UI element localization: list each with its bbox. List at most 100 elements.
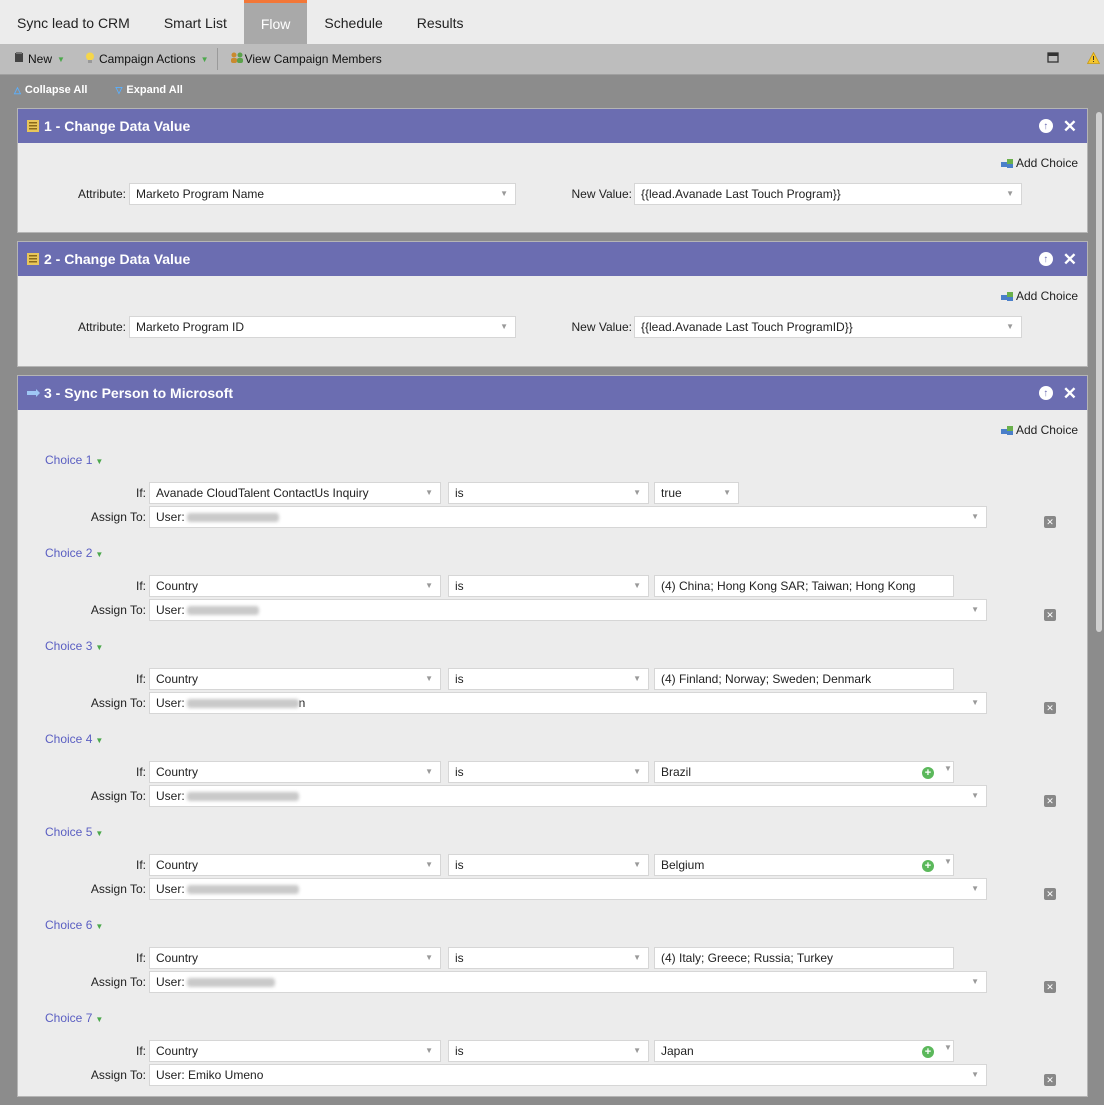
close-icon[interactable]: ✕ — [1063, 385, 1077, 402]
operator-select[interactable]: is ▼ — [448, 575, 649, 597]
condition-value-field[interactable]: (4) Finland; Norway; Sweden; Denmark — [654, 668, 954, 690]
tab-results[interactable]: Results — [400, 0, 481, 44]
add-choice-button[interactable]: Add Choice — [1000, 423, 1078, 437]
condition-value-field[interactable]: true ▼ — [654, 482, 739, 504]
remove-choice-icon[interactable]: ✕ — [1044, 516, 1056, 528]
operator-select[interactable]: is ▼ — [448, 854, 649, 876]
choice-label-text: Choice 2 — [45, 546, 93, 560]
move-up-icon[interactable]: ↑ — [1038, 386, 1053, 400]
tab-smart-list[interactable]: Smart List — [147, 0, 244, 44]
condition-field-select[interactable]: Country ▼ — [149, 947, 441, 969]
condition-field-select[interactable]: Country ▼ — [149, 575, 441, 597]
add-value-icon[interactable]: + — [922, 860, 934, 872]
remove-choice-icon[interactable]: ✕ — [1044, 609, 1056, 621]
remove-choice-icon[interactable]: ✕ — [1044, 888, 1056, 900]
chevron-down-icon: ▼ — [95, 922, 104, 931]
if-label: If: — [135, 858, 146, 872]
new-value-text: {{lead.Avanade Last Touch ProgramID}} — [641, 320, 853, 334]
add-value-icon[interactable]: + — [922, 1046, 934, 1058]
chevron-down-icon: ▼ — [425, 581, 433, 590]
attribute-select[interactable]: Marketo Program ID ▼ — [129, 316, 516, 338]
assign-to-label: Assign To: — [90, 882, 146, 896]
operator-select[interactable]: is ▼ — [448, 482, 649, 504]
choice-label[interactable]: Choice 2 ▼ — [45, 546, 103, 560]
choice-label[interactable]: Choice 5 ▼ — [45, 825, 103, 839]
move-up-icon[interactable]: ↑ — [1038, 252, 1053, 266]
assign-to-select[interactable]: User: ▼ — [149, 878, 987, 900]
flow-steps: 1 - Change Data Value ↑ ✕ Add Choice Att… — [17, 108, 1088, 1105]
chevron-down-icon[interactable]: ▼ — [944, 764, 952, 773]
collapse-all-link[interactable]: △ Collapse All — [0, 84, 101, 96]
choice-label[interactable]: Choice 6 ▼ — [45, 918, 103, 932]
chevron-down-icon: ▼ — [200, 54, 209, 64]
choice-label[interactable]: Choice 7 ▼ — [45, 1011, 103, 1025]
tab-sync-lead-to-crm[interactable]: Sync lead to CRM — [0, 0, 147, 44]
assign-user-text: User: — [156, 975, 185, 989]
operator-select[interactable]: is ▼ — [448, 761, 649, 783]
close-icon[interactable]: ✕ — [1063, 251, 1077, 268]
add-value-icon[interactable]: + — [922, 767, 934, 779]
operator-select[interactable]: is ▼ — [448, 1040, 649, 1062]
step-title: 1 - Change Data Value — [44, 118, 191, 134]
operator-text: is — [455, 579, 464, 593]
add-choice-button[interactable]: Add Choice — [1000, 289, 1078, 303]
attribute-select[interactable]: Marketo Program Name ▼ — [129, 183, 516, 205]
add-choice-button[interactable]: Add Choice — [1000, 156, 1078, 170]
operator-select[interactable]: is ▼ — [448, 668, 649, 690]
operator-text: is — [455, 858, 464, 872]
condition-value-field[interactable]: Brazil — [654, 761, 954, 783]
warning-icon[interactable] — [1086, 51, 1101, 67]
new-button[interactable]: New ▼ — [0, 44, 73, 74]
triangle-up-icon: △ — [14, 84, 21, 95]
assign-to-select[interactable]: User: Emiko Umeno ▼ — [149, 1064, 987, 1086]
remove-choice-icon[interactable]: ✕ — [1044, 795, 1056, 807]
assign-user-text: User: — [156, 696, 185, 710]
choice-label[interactable]: Choice 4 ▼ — [45, 732, 103, 746]
expand-all-link[interactable]: ▽ Expand All — [101, 84, 196, 96]
chevron-down-icon: ▼ — [633, 488, 641, 497]
chevron-down-icon[interactable]: ▼ — [944, 1043, 952, 1052]
assign-to-select[interactable]: User: ▼ — [149, 506, 987, 528]
tab-schedule[interactable]: Schedule — [307, 0, 399, 44]
campaign-actions-button[interactable]: Campaign Actions ▼ — [73, 44, 217, 74]
move-up-icon[interactable]: ↑ — [1038, 119, 1053, 133]
remove-choice-icon[interactable]: ✕ — [1044, 1074, 1056, 1086]
condition-field-select[interactable]: Country ▼ — [149, 668, 441, 690]
step-header[interactable]: 3 - Sync Person to Microsoft ↑ ✕ — [18, 376, 1087, 410]
assign-to-select[interactable]: User: ▼ — [149, 971, 987, 993]
remove-choice-icon[interactable]: ✕ — [1044, 981, 1056, 993]
operator-select[interactable]: is ▼ — [448, 947, 649, 969]
assign-to-select[interactable]: User: ▼ — [149, 785, 987, 807]
choice-label-text: Choice 5 — [45, 825, 93, 839]
condition-field-select[interactable]: Country ▼ — [149, 1040, 441, 1062]
assign-to-select[interactable]: User: n ▼ — [149, 692, 987, 714]
condition-field-select[interactable]: Avanade CloudTalent ContactUs Inquiry ▼ — [149, 482, 441, 504]
view-campaign-members-button[interactable]: View Campaign Members — [218, 44, 390, 74]
tab-flow[interactable]: Flow — [243, 0, 308, 44]
condition-value-field[interactable]: (4) Italy; Greece; Russia; Turkey — [654, 947, 954, 969]
if-label: If: — [135, 672, 146, 686]
choice-label[interactable]: Choice 3 ▼ — [45, 639, 103, 653]
window-icon[interactable] — [1047, 52, 1059, 66]
close-icon[interactable]: ✕ — [1063, 118, 1077, 135]
step-header[interactable]: 2 - Change Data Value ↑ ✕ — [18, 242, 1087, 276]
condition-value-field[interactable]: (4) China; Hong Kong SAR; Taiwan; Hong K… — [654, 575, 954, 597]
choice-label[interactable]: Choice 1 ▼ — [45, 453, 103, 467]
chevron-down-icon: ▼ — [971, 1070, 979, 1079]
remove-choice-icon[interactable]: ✕ — [1044, 702, 1056, 714]
operator-text: is — [455, 951, 464, 965]
new-value-select[interactable]: {{lead.Avanade Last Touch Program}} ▼ — [634, 183, 1022, 205]
condition-field-select[interactable]: Country ▼ — [149, 761, 441, 783]
step-controls: ↑ ✕ — [1038, 242, 1077, 276]
chevron-down-icon[interactable]: ▼ — [944, 857, 952, 866]
assign-to-select[interactable]: User: ▼ — [149, 599, 987, 621]
condition-value-field[interactable]: Japan — [654, 1040, 954, 1062]
scrollbar-thumb[interactable] — [1096, 112, 1102, 632]
assign-to-label: Assign To: — [90, 603, 146, 617]
new-value-select[interactable]: {{lead.Avanade Last Touch ProgramID}} ▼ — [634, 316, 1022, 338]
condition-field-select[interactable]: Country ▼ — [149, 854, 441, 876]
chevron-down-icon: ▼ — [971, 884, 979, 893]
attribute-label: Attribute: — [77, 187, 126, 201]
condition-value-field[interactable]: Belgium — [654, 854, 954, 876]
step-header[interactable]: 1 - Change Data Value ↑ ✕ — [18, 109, 1087, 143]
